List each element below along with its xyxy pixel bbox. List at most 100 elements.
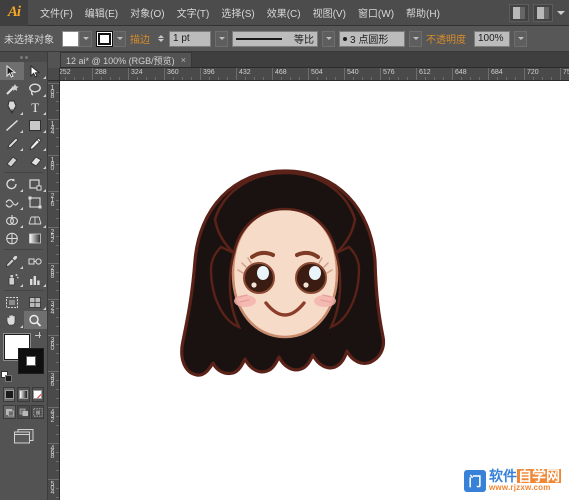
menu-effect[interactable]: 效果(C) <box>261 1 307 24</box>
color-mode-button[interactable] <box>3 387 15 402</box>
stroke-control[interactable] <box>96 31 126 47</box>
slice-tool[interactable] <box>24 293 48 311</box>
ruler-label: 252 <box>60 69 71 76</box>
tool-flyout-indicator[interactable] <box>43 130 46 133</box>
fill-dropdown-arrow[interactable] <box>79 31 92 47</box>
fill-swatch[interactable] <box>62 31 79 47</box>
gradient-tool[interactable] <box>24 229 48 247</box>
workspace-switcher-icon[interactable] <box>533 4 553 22</box>
mesh-tool[interactable] <box>0 229 24 247</box>
document-tab[interactable]: 12 ai* @ 100% (RGB/预览) × <box>60 52 192 67</box>
rotate-tool[interactable] <box>0 175 24 193</box>
opacity-input[interactable]: 100% <box>474 31 510 47</box>
selection-tool[interactable] <box>0 62 24 80</box>
menu-view[interactable]: 视图(V) <box>307 1 352 24</box>
opacity-dropdown-arrow[interactable] <box>514 31 527 47</box>
tool-flyout-indicator[interactable] <box>43 94 46 97</box>
draw-normal-button[interactable] <box>3 405 16 419</box>
artboard-tool[interactable] <box>0 293 24 311</box>
tool-flyout-indicator[interactable] <box>43 148 46 151</box>
zoom-tool[interactable] <box>24 311 48 329</box>
menu-edit[interactable]: 编辑(E) <box>79 1 124 24</box>
pencil-tool[interactable] <box>24 134 48 152</box>
menu-help[interactable]: 帮助(H) <box>400 1 446 24</box>
ruler-corner[interactable] <box>48 68 60 81</box>
hand-tool[interactable] <box>0 311 24 329</box>
stroke-profile-dropdown-arrow[interactable] <box>322 31 335 47</box>
tool-flyout-indicator[interactable] <box>43 76 46 79</box>
menu-file[interactable]: 文件(F) <box>34 1 79 24</box>
menu-type[interactable]: 文字(T) <box>171 1 216 24</box>
horizontal-ruler[interactable]: 2522883243603964324685045405766126486847… <box>60 68 569 81</box>
line-segment-tool[interactable] <box>0 116 24 134</box>
pen-tool[interactable] <box>0 98 24 116</box>
stroke-weight-input[interactable]: 1 pt <box>169 31 211 47</box>
blob-brush-tool[interactable] <box>0 152 24 170</box>
eyedropper-tool[interactable] <box>0 252 24 270</box>
tool-flyout-indicator[interactable] <box>20 130 23 133</box>
lasso-tool[interactable] <box>24 80 48 98</box>
ruler-label: 432 <box>49 409 56 421</box>
cartoon-girl-artwork[interactable] <box>155 161 415 406</box>
free-transform-tool[interactable] <box>24 193 48 211</box>
stroke-weight-dropdown-arrow[interactable] <box>215 31 228 47</box>
gradient-mode-button[interactable] <box>17 387 29 402</box>
tool-flyout-indicator[interactable] <box>20 325 23 328</box>
brush-definition-select[interactable]: 3 点圆形 <box>339 31 405 47</box>
tool-flyout-indicator[interactable] <box>43 225 46 228</box>
tool-flyout-indicator[interactable] <box>43 189 46 192</box>
tool-flyout-indicator[interactable] <box>43 112 46 115</box>
symbol-sprayer-tool[interactable] <box>0 270 24 288</box>
none-mode-button[interactable] <box>32 387 44 402</box>
tool-flyout-indicator[interactable] <box>43 166 46 169</box>
stroke-dropdown-arrow[interactable] <box>113 31 126 47</box>
fill-control[interactable] <box>62 31 92 47</box>
type-tool[interactable]: T <box>24 98 48 116</box>
rectangle-tool[interactable] <box>24 116 48 134</box>
eraser-tool[interactable] <box>24 152 48 170</box>
menu-object[interactable]: 对象(O) <box>124 1 170 24</box>
menu-select[interactable]: 选择(S) <box>215 1 260 24</box>
tool-flyout-indicator[interactable] <box>20 112 23 115</box>
brush-definition-dropdown-arrow[interactable] <box>409 31 422 47</box>
opacity-label[interactable]: 不透明度 <box>426 31 466 46</box>
stroke-weight-stepper[interactable] <box>158 35 164 42</box>
tool-flyout-indicator[interactable] <box>20 225 23 228</box>
vertical-ruler[interactable]: 108144180216252288324360396432468504540 <box>48 81 60 500</box>
tool-flyout-indicator[interactable] <box>20 207 23 210</box>
default-fill-stroke-icon[interactable] <box>1 371 12 382</box>
tool-flyout-indicator[interactable] <box>43 284 46 287</box>
ruler-label: 288 <box>93 69 107 76</box>
stroke-label[interactable]: 描边 <box>130 31 150 46</box>
watermark: 门 软件 自学网 www.rjzxw.com <box>464 469 561 492</box>
screen-mode-button[interactable] <box>13 428 35 449</box>
watermark-url: www.rjzxw.com <box>489 484 561 492</box>
tools-panel-grip[interactable] <box>0 52 47 62</box>
swap-fill-stroke-icon[interactable] <box>35 332 44 341</box>
draw-behind-button[interactable] <box>17 405 30 419</box>
magic-wand-tool[interactable] <box>0 80 24 98</box>
artboard-canvas[interactable] <box>60 81 569 500</box>
ruler-tick <box>48 299 60 300</box>
chevron-down-icon[interactable] <box>557 11 565 15</box>
arrange-documents-icon[interactable] <box>509 4 529 22</box>
draw-inside-button[interactable] <box>31 405 44 419</box>
perspective-grid-tool[interactable] <box>24 211 48 229</box>
shape-builder-tool[interactable] <box>0 211 24 229</box>
scale-tool[interactable] <box>24 175 48 193</box>
paintbrush-tool[interactable] <box>0 134 24 152</box>
tool-flyout-indicator[interactable] <box>20 189 23 192</box>
tool-flyout-indicator[interactable] <box>43 307 46 310</box>
stroke-swatch[interactable] <box>96 31 113 47</box>
tool-flyout-indicator[interactable] <box>20 284 23 287</box>
stroke-profile-select[interactable]: 等比 <box>232 31 318 47</box>
column-graph-tool[interactable] <box>24 270 48 288</box>
blend-tool[interactable] <box>24 252 48 270</box>
tool-flyout-indicator[interactable] <box>20 148 23 151</box>
tool-flyout-indicator[interactable] <box>20 266 23 269</box>
menu-window[interactable]: 窗口(W) <box>352 1 400 24</box>
direct-selection-tool[interactable] <box>24 62 48 80</box>
stroke-color-swatch[interactable] <box>18 348 44 374</box>
width-tool[interactable] <box>0 193 24 211</box>
close-icon[interactable]: × <box>181 55 186 65</box>
